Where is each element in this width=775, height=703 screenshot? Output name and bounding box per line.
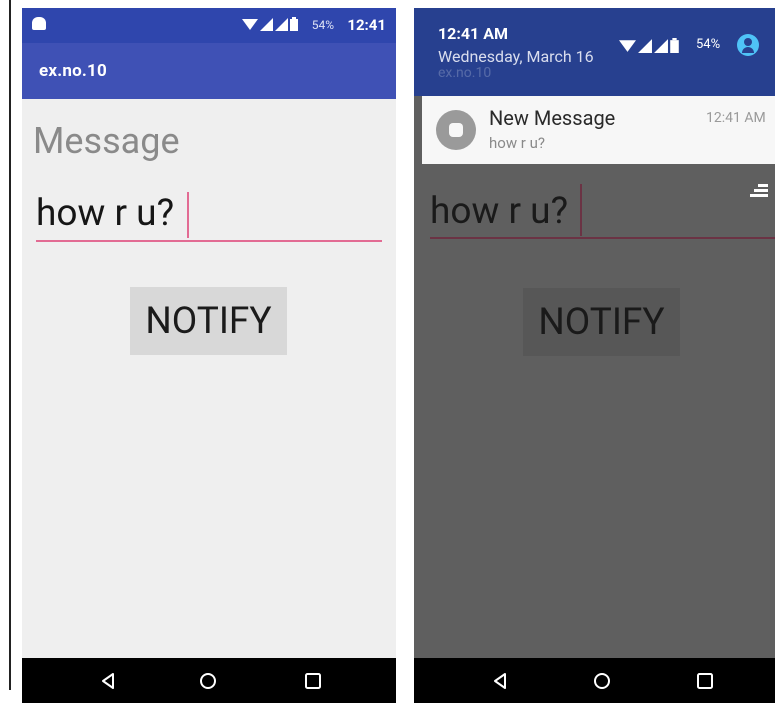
wifi-icon — [619, 40, 636, 52]
navigation-bar — [414, 658, 775, 703]
signal-icon — [638, 39, 652, 53]
message-input-value: how r u? — [430, 190, 569, 233]
clear-all-icon[interactable] — [750, 184, 768, 204]
phone-screen-notification-shade: 12:41 AM Wednesday, March 16 ex.no.10 54… — [414, 8, 775, 703]
recents-icon[interactable] — [695, 672, 715, 690]
message-input: how r u? — [430, 182, 775, 239]
app-bar: ex.no.10 — [22, 43, 396, 99]
notification-shade-header: 12:41 AM Wednesday, March 16 ex.no.10 54… — [414, 8, 775, 96]
wifi-icon — [242, 19, 258, 30]
shade-time: 12:41 AM — [438, 24, 508, 43]
notification-title: New Message — [489, 106, 616, 130]
signal-icon — [654, 39, 668, 53]
notification-card[interactable]: New Message how r u? 12:41 AM — [422, 96, 775, 164]
text-cursor — [187, 192, 189, 238]
signal-icon — [260, 18, 273, 31]
status-icons — [619, 38, 679, 53]
notification-icon — [32, 17, 46, 30]
status-icons — [242, 17, 298, 31]
app-title: ex.no.10 — [39, 61, 107, 81]
signal-icon — [275, 18, 288, 31]
message-input[interactable]: how r u? — [36, 186, 382, 242]
recents-icon[interactable] — [303, 672, 323, 690]
navigation-bar — [22, 658, 396, 703]
message-label: Message — [33, 120, 180, 162]
home-icon[interactable] — [592, 672, 612, 690]
screenshot-comparison: 54% 12:41 ex.no.10 Message how r u? NOTI… — [0, 0, 775, 703]
battery-percentage: 54% — [696, 37, 721, 52]
battery-percentage: 54% — [311, 18, 334, 32]
notification-app-icon — [436, 110, 476, 150]
notification-body: how r u? — [489, 134, 545, 152]
phone-screen-app: 54% 12:41 ex.no.10 Message how r u? NOTI… — [22, 8, 396, 703]
battery-icon — [670, 38, 679, 53]
text-cursor — [580, 184, 582, 236]
shade-ghost-title: ex.no.10 — [438, 65, 492, 81]
home-icon[interactable] — [198, 672, 218, 690]
status-time: 12:41 — [347, 16, 386, 34]
notify-button[interactable]: NOTIFY — [130, 287, 287, 355]
notification-time: 12:41 AM — [706, 110, 766, 126]
notify-button: NOTIFY — [523, 288, 680, 356]
user-icon[interactable] — [737, 34, 759, 56]
back-icon[interactable] — [490, 672, 510, 690]
status-bar: 54% 12:41 — [22, 8, 396, 43]
divider-line — [9, 0, 11, 690]
shade-date: Wednesday, March 16 — [438, 47, 594, 66]
message-input-value: how r u? — [36, 192, 175, 235]
battery-icon — [290, 17, 298, 31]
back-icon[interactable] — [98, 672, 118, 690]
